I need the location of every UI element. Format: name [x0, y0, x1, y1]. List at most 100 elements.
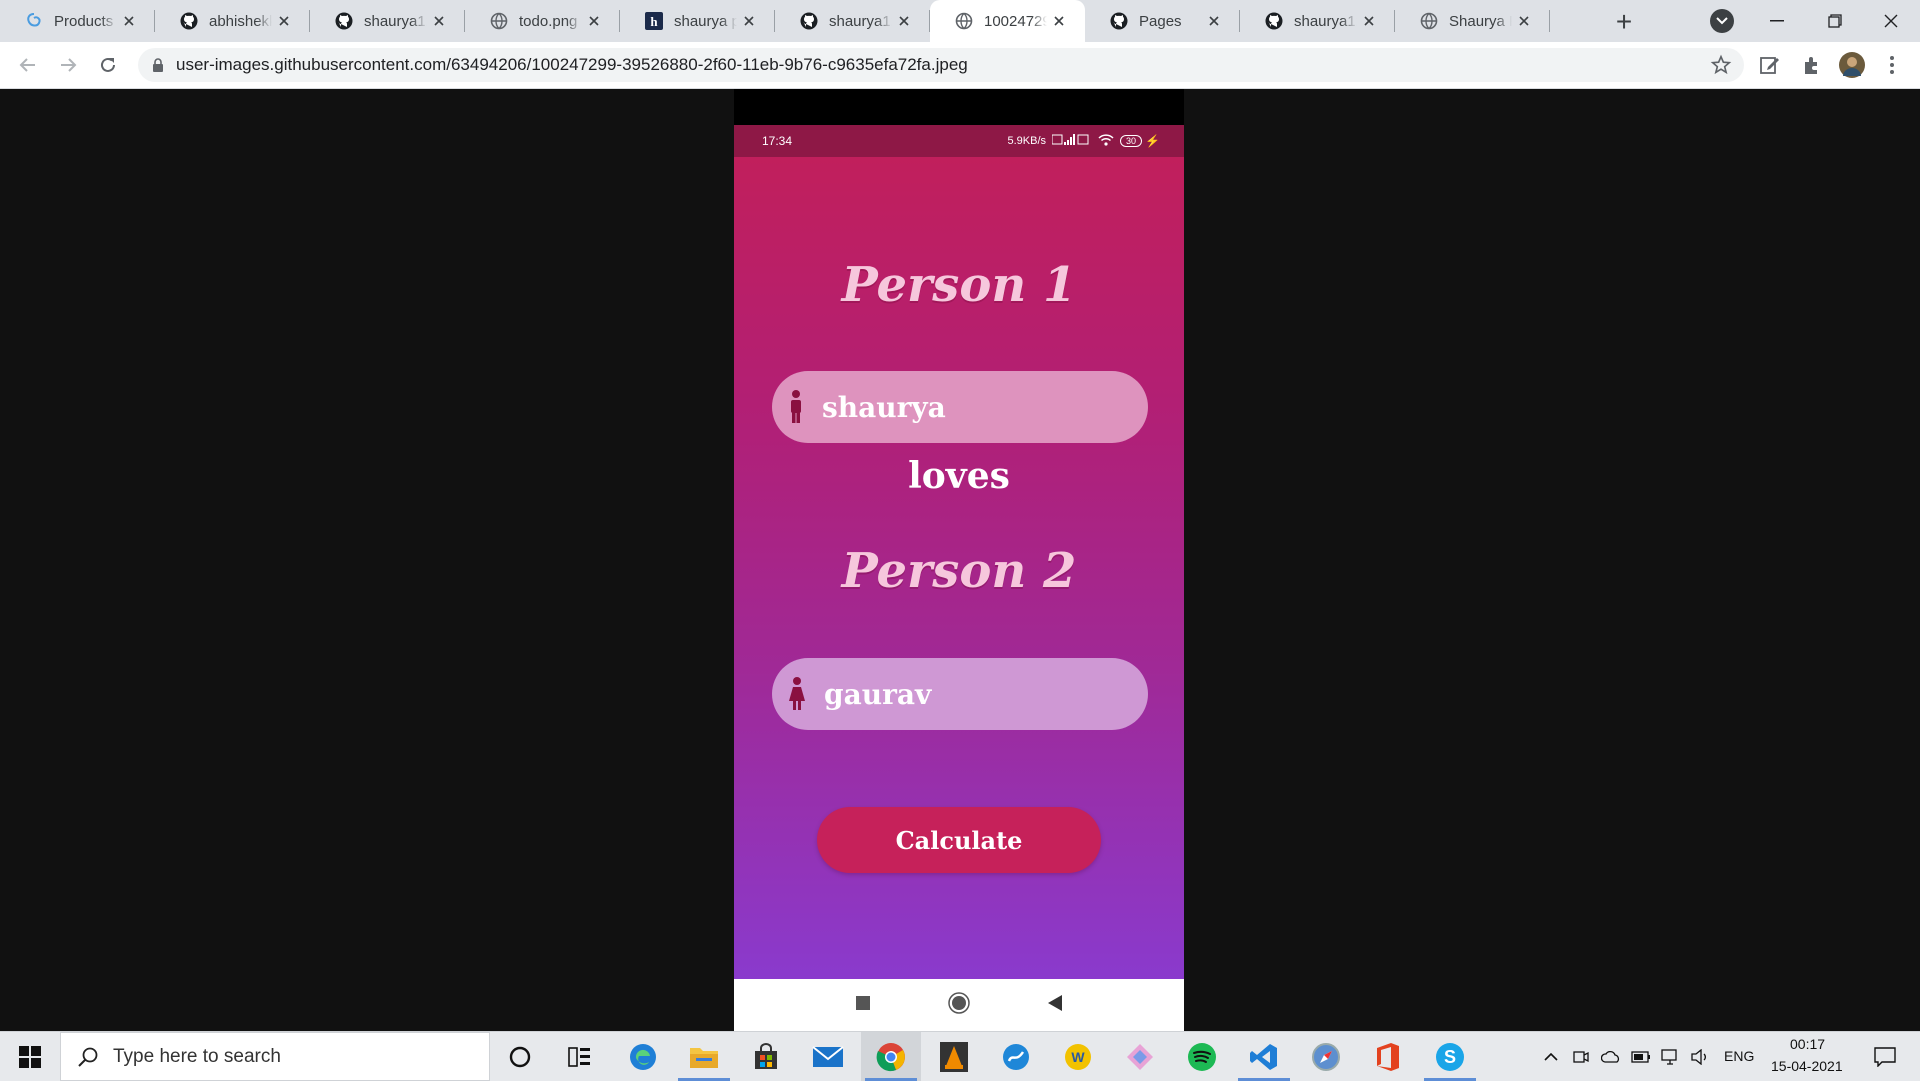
file-explorer-icon[interactable] [674, 1032, 734, 1081]
close-tab-icon[interactable] [1512, 9, 1536, 33]
browser-tab[interactable]: Products [0, 0, 155, 42]
skype-icon[interactable]: S [1420, 1032, 1480, 1081]
app-screen: Person 1 shaurya loves Person 2 gaurav C… [734, 157, 1184, 979]
browser-tab[interactable]: shaurya127 [1240, 0, 1395, 42]
browser-tab[interactable]: shaurya127 [775, 0, 930, 42]
meet-now-icon[interactable] [1568, 1032, 1594, 1081]
tab-title: shaurya pra [674, 12, 737, 30]
product-icon [24, 11, 44, 31]
forward-button[interactable] [52, 49, 84, 81]
back-button[interactable] [12, 49, 44, 81]
calculate-button[interactable]: Calculate [817, 807, 1101, 873]
tab-title: Products [54, 12, 114, 30]
close-tab-icon[interactable] [272, 9, 296, 33]
person1-input[interactable]: shaurya [772, 371, 1148, 443]
menu-icon[interactable] [1878, 51, 1906, 79]
bookmark-star-icon[interactable] [1710, 54, 1732, 81]
globe-icon [489, 11, 509, 31]
windows-start-icon[interactable] [0, 1032, 60, 1081]
search-icon [77, 1046, 99, 1068]
github-icon [179, 11, 199, 31]
onedrive-icon[interactable] [1598, 1032, 1624, 1081]
close-tab-icon[interactable] [117, 9, 141, 33]
tab-title: shaurya127 [829, 12, 892, 30]
tab-title: todo.png (9 [519, 12, 582, 30]
volume-icon[interactable] [1688, 1032, 1714, 1081]
browser-toolbar: user-images.githubusercontent.com/634942… [0, 42, 1920, 89]
spotify-icon[interactable] [1172, 1032, 1232, 1081]
feedback-app-icon[interactable] [986, 1032, 1046, 1081]
home-icon[interactable] [948, 991, 970, 1019]
vscode-icon[interactable] [1234, 1032, 1294, 1081]
browser-tab[interactable]: h shaurya pra [620, 0, 775, 42]
loves-label: loves [908, 455, 1010, 497]
url-text: user-images.githubusercontent.com/634942… [176, 55, 968, 74]
close-tab-icon[interactable] [427, 9, 451, 33]
reload-button[interactable] [92, 49, 124, 81]
network-icon[interactable] [1658, 1032, 1684, 1081]
status-time: 17:34 [762, 134, 793, 148]
extensions-icon[interactable] [1798, 51, 1826, 79]
edit-icon[interactable] [1756, 51, 1784, 79]
browser-tab[interactable]: todo.png (9 [465, 0, 620, 42]
mail-icon[interactable] [798, 1032, 858, 1081]
recent-apps-icon[interactable] [856, 995, 870, 1015]
github-icon [799, 11, 819, 31]
close-window-button[interactable] [1862, 0, 1920, 42]
notification-icon[interactable] [1860, 1032, 1910, 1081]
restore-button[interactable] [1806, 0, 1864, 42]
office-icon[interactable] [1358, 1032, 1418, 1081]
cortana-icon[interactable] [490, 1032, 550, 1081]
tab-separator [1549, 10, 1550, 32]
vlc-icon[interactable] [924, 1032, 984, 1081]
minimize-button[interactable] [1748, 0, 1806, 42]
github-icon [1109, 11, 1129, 31]
close-tab-icon[interactable] [1202, 9, 1226, 33]
female-person-icon [788, 677, 806, 711]
close-tab-icon[interactable] [737, 9, 761, 33]
svg-text:h: h [650, 14, 658, 29]
notes-app-icon[interactable]: W [1048, 1032, 1108, 1081]
browser-tab[interactable]: shaurya127 [310, 0, 465, 42]
taskbar-search-box[interactable]: Type here to search [60, 1032, 490, 1081]
close-tab-icon[interactable] [892, 9, 916, 33]
tab-title: Pages [1139, 12, 1182, 30]
close-tab-icon[interactable] [1357, 9, 1381, 33]
tab-title: shaurya127 [364, 12, 427, 30]
chevron-up-icon[interactable] [1536, 1032, 1566, 1081]
language-indicator[interactable]: ENG [1724, 1048, 1754, 1064]
close-tab-icon[interactable] [582, 9, 606, 33]
person2-value: gaurav [824, 677, 932, 711]
browser-tab[interactable]: abhishekkumar [155, 0, 310, 42]
lock-icon [152, 58, 164, 72]
person2-input[interactable]: gaurav [772, 658, 1148, 730]
browser-tab[interactable]: Shaurya Pra [1395, 0, 1550, 42]
close-tab-icon[interactable] [1047, 9, 1071, 33]
browser-tab[interactable]: 100247299- [930, 0, 1085, 42]
safari-icon[interactable] [1296, 1032, 1356, 1081]
clock-date[interactable]: 15-04-2021 [1771, 1058, 1843, 1074]
profile-avatar[interactable] [1838, 51, 1866, 79]
git-icon[interactable] [1110, 1032, 1170, 1081]
github-icon [1264, 11, 1284, 31]
chrome-icon[interactable] [861, 1032, 921, 1081]
person1-heading: Person 1 [841, 257, 1077, 313]
tab-search-icon[interactable] [1710, 9, 1734, 33]
back-triangle-icon[interactable] [1048, 994, 1062, 1016]
task-view-icon[interactable] [550, 1032, 610, 1081]
github-icon [334, 11, 354, 31]
svg-text:S: S [1444, 1047, 1456, 1067]
person1-value: shaurya [822, 390, 946, 424]
new-tab-button[interactable]: + [1608, 6, 1640, 38]
globe-icon [1419, 11, 1439, 31]
battery-tray-icon[interactable] [1628, 1032, 1654, 1081]
browser-tab[interactable]: Pages [1085, 0, 1240, 42]
address-bar[interactable]: user-images.githubusercontent.com/634942… [138, 48, 1744, 82]
signal-icon [1051, 134, 1092, 148]
hashnode-icon: h [644, 11, 664, 31]
edge-icon[interactable] [613, 1032, 673, 1081]
android-nav-bar [734, 979, 1184, 1031]
store-icon[interactable] [736, 1032, 796, 1081]
tab-title: shaurya127 [1294, 12, 1357, 30]
clock-time[interactable]: 00:17 [1790, 1036, 1825, 1052]
